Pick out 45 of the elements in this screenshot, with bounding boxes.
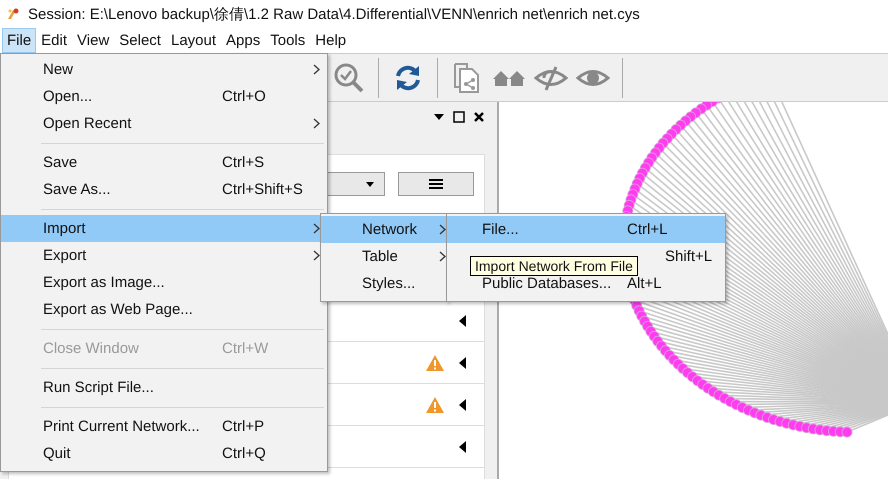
shortcut-text: Shift+L	[665, 248, 714, 265]
menu-item[interactable]: Table	[362, 248, 439, 265]
app-icon	[6, 7, 20, 21]
shortcut-text: Ctrl+P	[222, 418, 266, 435]
menu-button[interactable]	[398, 172, 474, 196]
menu-item[interactable]: Layout	[166, 28, 222, 53]
menu-item[interactable]: File	[2, 28, 36, 53]
shortcut-text: Ctrl+S	[222, 154, 266, 171]
menu-item[interactable]: Save As...	[43, 181, 222, 198]
menu-item[interactable]: Help	[310, 28, 352, 53]
shortcut-text: Ctrl+O	[222, 88, 267, 105]
maximize-icon[interactable]	[453, 111, 465, 123]
shortcut-text: Ctrl+Q	[222, 445, 267, 462]
menu-item[interactable]: Edit	[36, 28, 72, 53]
menu-item[interactable]: Export as Web Page...	[43, 301, 222, 318]
menu-item[interactable]: File...	[482, 221, 627, 238]
menu-item[interactable]: Run Script File...	[43, 379, 222, 396]
tooltip: Import Network From File	[470, 256, 638, 276]
menu-item[interactable]: Print Current Network...	[43, 418, 222, 435]
menu-item[interactable]: Public Databases...	[482, 275, 627, 292]
menu-item[interactable]: Styles...	[362, 275, 439, 292]
menu-item[interactable]: Export	[43, 247, 222, 264]
collapse-arrow-icon[interactable]	[459, 398, 466, 410]
menu-item[interactable]: Quit	[43, 445, 222, 462]
menu-item[interactable]: Apps	[221, 28, 266, 53]
menu-item[interactable]: Tools	[265, 28, 310, 53]
menu-item[interactable]: View	[72, 28, 114, 53]
collapse-arrow-icon[interactable]	[459, 440, 466, 452]
menu-item[interactable]: New	[43, 61, 222, 78]
menu-item[interactable]: Open...	[43, 88, 222, 105]
shortcut-text: Ctrl+L	[627, 221, 668, 238]
menu-item[interactable]: Select	[114, 28, 166, 53]
menu-item[interactable]: Open Recent	[43, 115, 222, 132]
collapse-arrow-icon[interactable]	[459, 356, 466, 368]
shortcut-text: Alt+L	[627, 275, 663, 292]
menu-item[interactable]: Save	[43, 154, 222, 171]
menu-icon	[429, 179, 443, 189]
caret-icon	[366, 182, 374, 186]
collapse-arrow-icon[interactable]	[459, 314, 466, 326]
shortcut-text: Ctrl+Shift+S	[222, 181, 304, 198]
shortcut-text: Ctrl+W	[222, 340, 270, 357]
window-title: Session: E:\Lenovo backup\徐倩\1.2 Raw Data\4.Differential\VENN\enrich net\enrich net.cys	[28, 4, 640, 24]
close-icon[interactable]	[473, 111, 485, 123]
menu-item[interactable]: Export as Image...	[43, 274, 222, 291]
zoom-check-icon[interactable]	[332, 60, 366, 94]
